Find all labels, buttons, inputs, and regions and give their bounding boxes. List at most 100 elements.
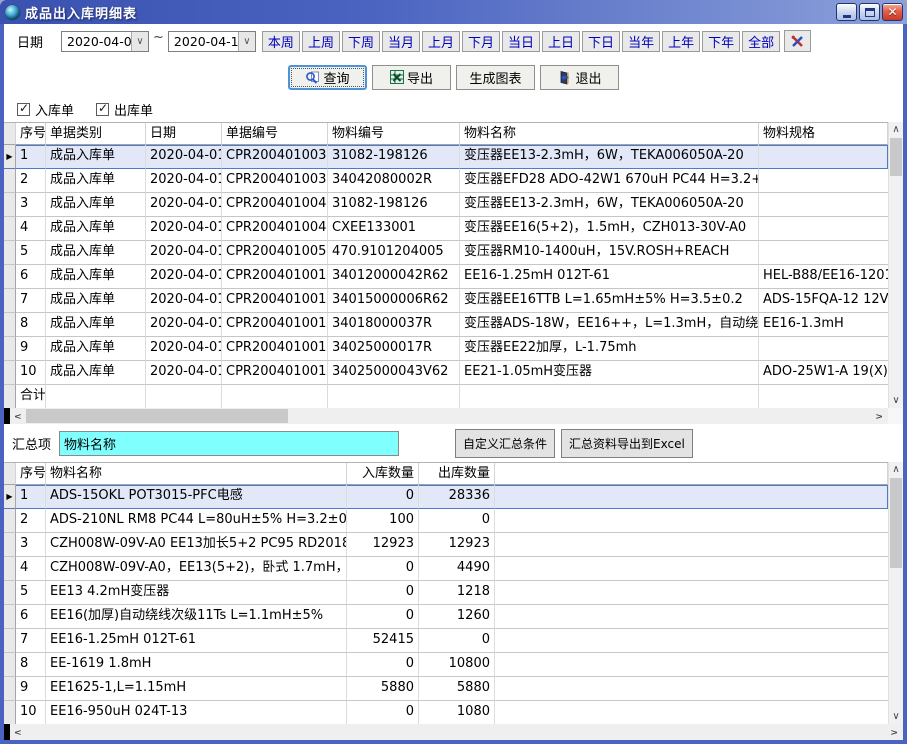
date-tools-button[interactable] <box>784 30 811 52</box>
quick-range-button[interactable]: 上周 <box>302 31 340 52</box>
summary-grid: 序号物料名称入库数量出库数量▶1ADS-15OKL POT3015-PFC电感0… <box>4 462 888 724</box>
summary-grid-area: 序号物料名称入库数量出库数量▶1ADS-15OKL POT3015-PFC电感0… <box>4 462 903 724</box>
summary-export-excel-button[interactable]: 汇总资料导出到Excel <box>561 429 693 458</box>
table-row[interactable]: ▶1ADS-15OKL POT3015-PFC电感028336 <box>4 485 888 509</box>
scroll-down-icon[interactable]: ∨ <box>889 709 903 724</box>
custom-summary-condition-button[interactable]: 自定义汇总条件 <box>455 429 555 458</box>
summary-field-input[interactable] <box>59 431 399 456</box>
checkbox-checked-icon[interactable]: ✓ <box>96 103 109 116</box>
table-row[interactable]: 5EE13 4.2mH变压器01218 <box>4 581 888 605</box>
checkbox-outbound-orders[interactable]: ✓ 出库单 <box>96 100 153 119</box>
exit-button[interactable]: 退出 <box>540 65 619 90</box>
table-row[interactable]: 10EE16-950uH 024T-1301080 <box>4 701 888 724</box>
row-selector <box>4 509 16 533</box>
table-row[interactable]: 6EE16(加厚)自动绕线次级11Ts L=1.1mH±5%01260 <box>4 605 888 629</box>
query-button[interactable]: 查询 <box>288 65 367 90</box>
table-row[interactable]: ▶1成品入库单2020-04-01CPR20040100331082-19812… <box>4 145 888 169</box>
scroll-track[interactable] <box>26 408 872 424</box>
table-row[interactable]: 3成品入库单2020-04-01CPR20040100431082-198126… <box>4 193 888 217</box>
scroll-left-icon[interactable]: ∨ <box>10 408 26 424</box>
table-row[interactable]: 8EE-1619 1.8mH010800 <box>4 653 888 677</box>
quick-range-button[interactable]: 上月 <box>422 31 460 52</box>
table-row[interactable]: 9EE1625-1,L=1.15mH58805880 <box>4 677 888 701</box>
scroll-thumb[interactable] <box>890 138 902 176</box>
table-row[interactable]: 4成品入库单2020-04-01CPR200401004CXEE133001变压… <box>4 217 888 241</box>
table-row[interactable]: 9成品入库单2020-04-01CPR20040100134025000017R… <box>4 337 888 361</box>
quick-range-button[interactable]: 下年 <box>702 31 740 52</box>
grid-cell: CPR200401001 <box>222 289 328 313</box>
scroll-down-icon[interactable]: ∨ <box>889 393 903 408</box>
grid-cell: 9 <box>16 337 46 361</box>
grid-cell: 2020-04-01 <box>146 265 222 289</box>
quick-range-button[interactable]: 下日 <box>582 31 620 52</box>
table-row[interactable]: 6成品入库单2020-04-01CPR20040100134012000042R… <box>4 265 888 289</box>
grid-cell <box>495 485 888 509</box>
grid-cell: 2020-04-01 <box>146 289 222 313</box>
generate-chart-button[interactable]: 生成图表 <box>456 65 535 90</box>
scroll-track[interactable] <box>889 477 903 709</box>
date-from-combo[interactable]: 2020-04-01 ∨ <box>61 31 149 52</box>
summary-vertical-scrollbar[interactable]: ∧ ∨ <box>888 462 903 724</box>
grid-cell: 2020-04-01 <box>146 145 222 169</box>
quick-range-button[interactable]: 下周 <box>342 31 380 52</box>
chevron-down-icon[interactable]: ∨ <box>131 32 148 51</box>
checkbox-checked-icon[interactable]: ✓ <box>17 103 30 116</box>
date-to-value: 2020-04-12 <box>169 32 238 51</box>
quick-range-button[interactable]: 本周 <box>262 31 300 52</box>
column-header: 出库数量 <box>419 463 495 485</box>
table-row[interactable]: 7成品入库单2020-04-01CPR20040100134015000006R… <box>4 289 888 313</box>
date-to-combo[interactable]: 2020-04-12 ∨ <box>168 31 256 52</box>
table-row[interactable]: 7EE16-1.25mH 012T-61524150 <box>4 629 888 653</box>
summary-bar: 汇总项 自定义汇总条件 汇总资料导出到Excel <box>4 424 903 462</box>
grid-cell: 7 <box>16 629 46 653</box>
scroll-left-icon[interactable]: ∨ <box>10 724 26 740</box>
detail-vertical-scrollbar[interactable]: ∧ ∨ <box>888 122 903 408</box>
detail-horizontal-scrollbar[interactable]: ∨ ∨ <box>4 408 903 424</box>
scroll-thumb[interactable] <box>26 409 288 423</box>
grid-cell: 2 <box>16 169 46 193</box>
table-row[interactable]: 4CZH008W-09V-A0，EE13(5+2)，卧式 1.7mH，RD201… <box>4 557 888 581</box>
scroll-track[interactable] <box>26 724 887 740</box>
scroll-up-icon[interactable]: ∧ <box>889 122 903 137</box>
table-row[interactable]: 10成品入库单2020-04-01CPR20040100134025000043… <box>4 361 888 385</box>
column-header: 物料规格 <box>759 123 888 145</box>
export-button[interactable]: 导出 <box>372 65 451 90</box>
grid-cell: 10800 <box>419 653 495 677</box>
close-button[interactable]: ✕ <box>882 3 903 21</box>
checkbox-inbound-orders[interactable]: ✓ 入库单 <box>17 100 74 119</box>
tools-icon <box>790 34 805 49</box>
grid-cell: 4 <box>16 217 46 241</box>
quick-range-button[interactable]: 全部 <box>742 31 780 52</box>
table-row[interactable]: 8成品入库单2020-04-01CPR20040100134018000037R… <box>4 313 888 337</box>
quick-range-button[interactable]: 当日 <box>502 31 540 52</box>
grid-cell: CXEE133001 <box>328 217 460 241</box>
grid-cell <box>759 169 888 193</box>
summary-horizontal-scrollbar[interactable]: ∨ ∨ <box>4 724 903 740</box>
scroll-track[interactable] <box>889 137 903 393</box>
scroll-right-icon[interactable]: ∨ <box>887 724 903 740</box>
quick-range-button[interactable]: 上日 <box>542 31 580 52</box>
grid-cell: 28336 <box>419 485 495 509</box>
quick-range-button[interactable]: 上年 <box>662 31 700 52</box>
summary-field-label: 汇总项 <box>12 434 51 453</box>
grid-cell: 10 <box>16 701 46 724</box>
table-row[interactable]: 3CZH008W-09V-A0 EE13加长5+2 PC95 RD2018020… <box>4 533 888 557</box>
chevron-down-icon[interactable]: ∨ <box>238 32 255 51</box>
minimize-button[interactable] <box>836 3 857 21</box>
grid-cell: CPR200401003 <box>222 145 328 169</box>
grid-cell: 变压器EE16TTB L=1.65mH±5% H=3.5±0.2 <box>460 289 759 313</box>
grid-cell: 0 <box>347 653 419 677</box>
table-row[interactable]: 2成品入库单2020-04-01CPR20040100334042080002R… <box>4 169 888 193</box>
maximize-button[interactable] <box>859 3 880 21</box>
table-row[interactable]: 2ADS-210NL RM8 PC44 L=80uH±5% H=3.2±0.2m… <box>4 509 888 533</box>
quick-range-button[interactable]: 当月 <box>382 31 420 52</box>
scroll-up-icon[interactable]: ∧ <box>889 462 903 477</box>
scroll-right-icon[interactable]: ∨ <box>872 408 888 424</box>
quick-range-button[interactable]: 当年 <box>622 31 660 52</box>
scroll-thumb[interactable] <box>890 478 902 568</box>
grid-cell: 7 <box>16 289 46 313</box>
table-row[interactable]: 5成品入库单2020-04-01CPR200401005470.91012040… <box>4 241 888 265</box>
grid-cell <box>495 701 888 724</box>
quick-range-button[interactable]: 下月 <box>462 31 500 52</box>
grid-cell: 4 <box>16 557 46 581</box>
